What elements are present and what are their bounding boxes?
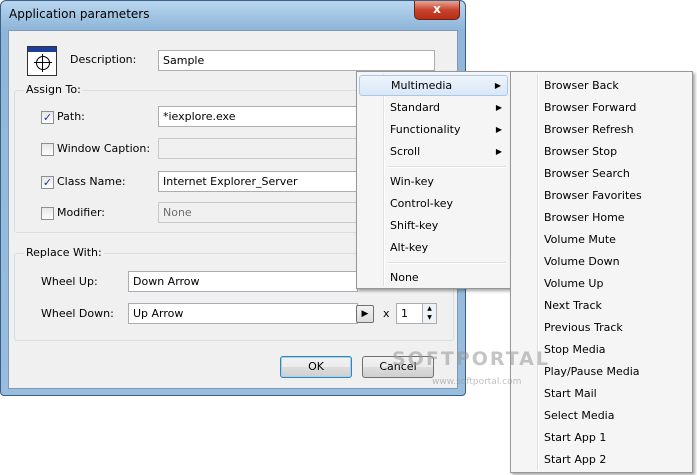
- submenu-item-start-mail[interactable]: Start Mail: [513, 383, 690, 404]
- path-input[interactable]: *iexplore.exe: [158, 106, 368, 127]
- check-icon: ✓: [42, 176, 53, 189]
- wheel-down-input[interactable]: Up Arrow: [128, 303, 358, 324]
- application-window-icon: [27, 46, 57, 76]
- spin-up-icon[interactable]: ▲: [423, 304, 436, 313]
- class-name-label: Class Name:: [57, 175, 126, 188]
- submenu-item-browser-home[interactable]: Browser Home: [513, 207, 690, 228]
- description-label: Description:: [70, 53, 137, 66]
- modifier-checkbox[interactable]: [41, 207, 54, 220]
- submenu-item-start-app-1[interactable]: Start App 1: [513, 427, 690, 448]
- class-name-checkbox[interactable]: ✓: [41, 176, 54, 189]
- spin-down-icon[interactable]: ▼: [423, 313, 436, 322]
- menu-item-none[interactable]: None: [359, 267, 508, 288]
- submenu-arrow-icon: ▶: [494, 81, 501, 90]
- submenu-item-browser-stop[interactable]: Browser Stop: [513, 141, 690, 162]
- times-label: x: [383, 307, 390, 320]
- ok-button[interactable]: OK: [280, 356, 352, 378]
- softportal-watermark: SOFTPORTAL: [392, 348, 550, 370]
- class-name-input[interactable]: Internet Explorer_Server: [158, 171, 368, 192]
- wheel-up-label: Wheel Up:: [41, 275, 98, 288]
- submenu-item-browser-search[interactable]: Browser Search: [513, 163, 690, 184]
- close-button[interactable]: x: [414, 1, 460, 20]
- close-icon: x: [433, 2, 441, 16]
- window-caption-checkbox[interactable]: [41, 143, 54, 156]
- repeat-count-spinner[interactable]: ▲ ▼: [422, 303, 437, 324]
- submenu-arrow-icon: ▶: [495, 125, 502, 134]
- modifier-label: Modifier:: [57, 206, 105, 219]
- assign-to-group-title: Assign To:: [24, 83, 83, 96]
- submenu-item-browser-refresh[interactable]: Browser Refresh: [513, 119, 690, 140]
- softportal-watermark-url: www.softportal.com: [432, 377, 522, 387]
- menu-item-shift-key[interactable]: Shift-key: [359, 215, 508, 236]
- submenu-item-volume-mute[interactable]: Volume Mute: [513, 229, 690, 250]
- submenu-item-next-track[interactable]: Next Track: [513, 295, 690, 316]
- multimedia-submenu: Browser Back Browser Forward Browser Ref…: [510, 71, 693, 473]
- play-arrow-icon: ▶: [361, 309, 369, 319]
- submenu-item-browser-back[interactable]: Browser Back: [513, 75, 690, 96]
- menu-item-control-key[interactable]: Control-key: [359, 193, 508, 214]
- menu-separator: [387, 262, 506, 264]
- key-type-menu: Multimedia ▶ Standard ▶ Functionality ▶ Scr…: [356, 71, 511, 289]
- window-title: Application parameters: [9, 7, 150, 21]
- check-icon: ✓: [42, 111, 53, 124]
- replace-with-group-title: Replace With:: [24, 246, 104, 259]
- menu-item-functionality[interactable]: Functionality ▶: [359, 119, 508, 140]
- menu-separator: [387, 166, 506, 168]
- submenu-arrow-icon: ▶: [495, 147, 502, 156]
- submenu-item-browser-favorites[interactable]: Browser Favorites: [513, 185, 690, 206]
- menu-item-multimedia[interactable]: Multimedia ▶: [359, 75, 508, 96]
- menu-item-alt-key[interactable]: Alt-key: [359, 237, 508, 258]
- menu-item-win-key[interactable]: Win-key: [359, 171, 508, 192]
- window-caption-input[interactable]: [158, 138, 368, 159]
- wheel-down-menu-button[interactable]: ▶: [356, 305, 374, 323]
- submenu-item-volume-up[interactable]: Volume Up: [513, 273, 690, 294]
- wheel-down-label: Wheel Down:: [41, 307, 114, 320]
- repeat-count-input[interactable]: 1: [396, 303, 423, 324]
- submenu-item-previous-track[interactable]: Previous Track: [513, 317, 690, 338]
- submenu-item-select-media[interactable]: Select Media: [513, 405, 690, 426]
- menu-item-standard[interactable]: Standard ▶: [359, 97, 508, 118]
- submenu-item-start-app-2[interactable]: Start App 2: [513, 449, 690, 470]
- path-checkbox[interactable]: ✓: [41, 111, 54, 124]
- modifier-input[interactable]: None: [158, 202, 368, 223]
- submenu-item-browser-forward[interactable]: Browser Forward: [513, 97, 690, 118]
- window-caption-label: Window Caption:: [57, 142, 151, 155]
- submenu-arrow-icon: ▶: [495, 103, 502, 112]
- path-label: Path:: [57, 110, 85, 123]
- wheel-up-input[interactable]: Down Arrow: [128, 271, 358, 292]
- description-input[interactable]: Sample: [158, 50, 435, 71]
- menu-item-scroll[interactable]: Scroll ▶: [359, 141, 508, 162]
- submenu-item-volume-down[interactable]: Volume Down: [513, 251, 690, 272]
